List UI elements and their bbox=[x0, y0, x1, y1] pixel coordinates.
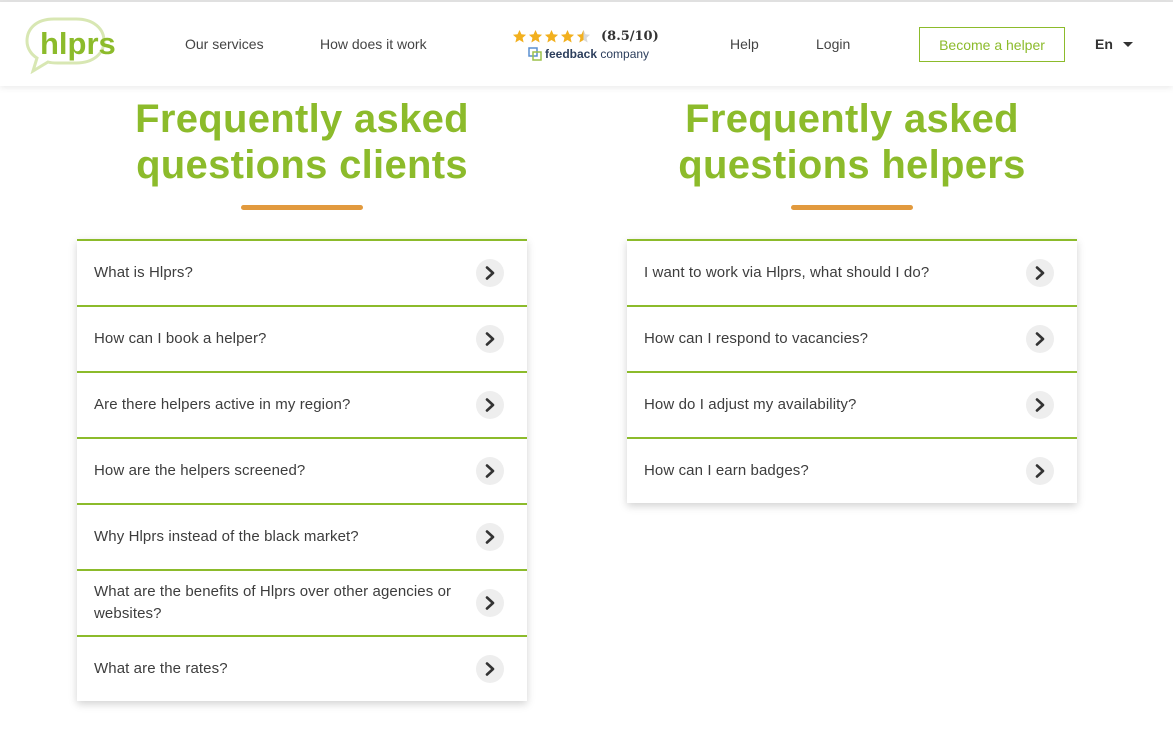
faq-question: What are the rates? bbox=[94, 660, 228, 677]
feedback-company-bold: feedback bbox=[545, 47, 598, 61]
nav-help[interactable]: Help bbox=[730, 36, 759, 52]
clients-faq-title: Frequently asked questions clients bbox=[77, 96, 527, 188]
become-helper-button[interactable]: Become a helper bbox=[919, 27, 1065, 62]
faq-question: Are there helpers active in my region? bbox=[94, 396, 351, 413]
faq-item[interactable]: How can I earn badges? bbox=[627, 437, 1077, 503]
faq-question: What is Hlprs? bbox=[94, 264, 193, 281]
svg-text:hlprs: hlprs bbox=[40, 26, 116, 61]
faq-question: I want to work via Hlprs, what should I … bbox=[644, 264, 930, 281]
chevron-right-icon[interactable] bbox=[476, 655, 504, 683]
helpers-faq-title: Frequently asked questions helpers bbox=[627, 96, 1077, 188]
faq-item[interactable]: How are the helpers screened? bbox=[77, 437, 527, 503]
chevron-right-icon[interactable] bbox=[476, 259, 504, 287]
caret-down-icon bbox=[1122, 41, 1133, 47]
nav-how-it-works[interactable]: How does it work bbox=[320, 36, 427, 52]
faq-item[interactable]: How can I respond to vacancies? bbox=[627, 305, 1077, 371]
chevron-right-icon[interactable] bbox=[476, 391, 504, 419]
faq-question: How can I respond to vacancies? bbox=[644, 330, 869, 347]
chevron-right-icon[interactable] bbox=[476, 589, 504, 617]
language-label: En bbox=[1095, 36, 1113, 52]
chevron-right-icon[interactable] bbox=[1026, 457, 1054, 485]
rating-score: (8.5/10) bbox=[601, 29, 659, 44]
star-icon bbox=[544, 29, 559, 43]
feedback-company-logo: feedback company bbox=[528, 47, 649, 61]
chevron-right-icon[interactable] bbox=[476, 457, 504, 485]
faq-item[interactable]: Are there helpers active in my region? bbox=[77, 371, 527, 437]
helpers-title-underline bbox=[791, 205, 913, 210]
clients-title-line1: Frequently asked bbox=[135, 97, 469, 141]
chevron-right-icon[interactable] bbox=[476, 523, 504, 551]
rating-stars bbox=[512, 29, 592, 44]
nav-our-services[interactable]: Our services bbox=[185, 36, 264, 52]
faq-item[interactable]: How do I adjust my availability? bbox=[627, 371, 1077, 437]
faq-item[interactable]: What is Hlprs? bbox=[77, 239, 527, 305]
clients-title-underline bbox=[241, 205, 363, 210]
faq-item[interactable]: I want to work via Hlprs, what should I … bbox=[627, 239, 1077, 305]
faq-question: How can I earn badges? bbox=[644, 462, 809, 479]
faq-question: How can I book a helper? bbox=[94, 330, 267, 347]
nav-login[interactable]: Login bbox=[816, 36, 850, 52]
faq-item[interactable]: Why Hlprs instead of the black market? bbox=[77, 503, 527, 569]
star-icon bbox=[560, 29, 575, 43]
half-star-icon bbox=[576, 29, 591, 43]
star-icon bbox=[528, 29, 543, 43]
feedback-company-rest: company bbox=[597, 47, 650, 61]
helpers-title-line1: Frequently asked bbox=[685, 97, 1019, 141]
site-header: hlprs Our services How does it work (8.5… bbox=[0, 2, 1173, 86]
faq-question: How do I adjust my availability? bbox=[644, 396, 857, 413]
chevron-right-icon[interactable] bbox=[1026, 325, 1054, 353]
hlprs-logo[interactable]: hlprs bbox=[24, 16, 120, 75]
clients-faq-list: What is Hlprs? How can I book a helper? Ar… bbox=[77, 239, 527, 701]
helpers-title-line2: questions helpers bbox=[678, 143, 1026, 187]
faq-item[interactable]: What are the rates? bbox=[77, 635, 527, 701]
chevron-right-icon[interactable] bbox=[1026, 259, 1054, 287]
feedback-rating-widget[interactable]: (8.5/10) feedback company bbox=[512, 28, 662, 68]
faq-item[interactable]: What are the benefits of Hlprs over othe… bbox=[77, 569, 527, 635]
feedback-company-icon bbox=[528, 47, 542, 61]
chevron-right-icon[interactable] bbox=[1026, 391, 1054, 419]
faq-question: What are the benefits of Hlprs over othe… bbox=[94, 583, 452, 622]
star-icon bbox=[512, 29, 527, 43]
language-selector[interactable]: En bbox=[1095, 36, 1133, 52]
chevron-right-icon[interactable] bbox=[476, 325, 504, 353]
clients-title-line2: questions clients bbox=[136, 143, 468, 187]
faq-item[interactable]: How can I book a helper? bbox=[77, 305, 527, 371]
faq-question: Why Hlprs instead of the black market? bbox=[94, 528, 359, 545]
helpers-faq-list: I want to work via Hlprs, what should I … bbox=[627, 239, 1077, 503]
faq-question: How are the helpers screened? bbox=[94, 462, 306, 479]
